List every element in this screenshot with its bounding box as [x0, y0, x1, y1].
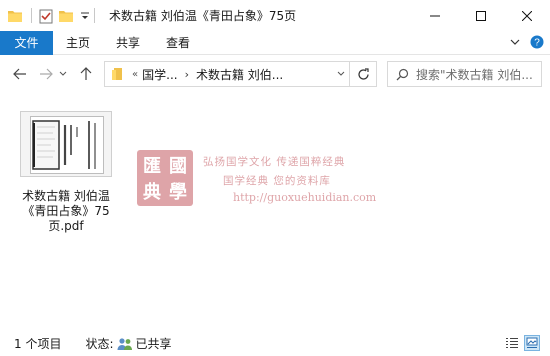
- window-controls: [412, 0, 550, 31]
- chevron-down-icon: [59, 71, 67, 76]
- up-button[interactable]: [75, 63, 97, 85]
- watermark-url: http://guoxuehuidian.com: [233, 191, 377, 204]
- help-icon[interactable]: ?: [530, 35, 544, 52]
- watermark: 匯 國 典 學 弘扬国学文化 传递国粹经典 国学经典 您的资料库 http://…: [137, 150, 397, 216]
- refresh-icon: [357, 67, 369, 80]
- shared-users-icon: [117, 337, 133, 351]
- search-placeholder: 搜索"术数古籍 刘伯...: [416, 67, 533, 82]
- watermark-tagline: 国学经典 您的资料库: [223, 175, 331, 187]
- seal-char: 匯: [143, 156, 161, 177]
- refresh-button[interactable]: [350, 61, 377, 87]
- ribbon-tabs: 文件 主页 共享 查看 ?: [0, 30, 550, 55]
- tab-share[interactable]: 共享: [103, 31, 153, 55]
- maximize-icon: [476, 10, 486, 21]
- ribbon-right-controls: ?: [510, 31, 544, 55]
- title-bar: 术数古籍 刘伯温《青田占象》75页: [0, 0, 550, 31]
- navigation-bar: « 国学... › 术数古籍 刘伯... 搜索"术数古籍 刘伯...: [0, 55, 550, 93]
- item-count: 1 个项目: [14, 337, 62, 351]
- status-bar: 1 个项目 状态: 已共享: [0, 331, 550, 356]
- minimize-button[interactable]: [412, 0, 458, 31]
- breadcrumb-overflow[interactable]: «: [132, 69, 138, 80]
- pdf-thumbnail: [20, 111, 112, 177]
- chevron-down-icon: [337, 71, 345, 76]
- address-bar[interactable]: « 国学... › 术数古籍 刘伯...: [104, 61, 350, 87]
- share-state: 状态: 已共享: [85, 335, 171, 352]
- quick-access-toolbar: [0, 0, 101, 31]
- breadcrumb-item[interactable]: 术数古籍 刘伯...: [196, 66, 283, 83]
- forward-button[interactable]: [35, 63, 57, 85]
- close-button[interactable]: [504, 0, 550, 31]
- folder-icon[interactable]: [7, 8, 23, 24]
- pdf-page-preview: [30, 116, 104, 174]
- folder-icon: [108, 62, 128, 86]
- seal-char: 國: [169, 156, 187, 177]
- state-value: 已共享: [135, 337, 172, 351]
- window-title: 术数古籍 刘伯温《青田占象》75页: [109, 9, 297, 23]
- watermark-seal: 匯 國 典 學: [137, 150, 193, 206]
- properties-icon[interactable]: [38, 8, 54, 24]
- maximize-button[interactable]: [458, 0, 504, 31]
- chevron-right-icon[interactable]: ›: [185, 68, 189, 81]
- file-name-line: 术数古籍 刘伯温: [22, 189, 110, 203]
- watermark-slogan: 弘扬国学文化 传递国粹经典: [203, 156, 346, 168]
- tab-view[interactable]: 查看: [153, 31, 203, 55]
- toolbar-divider: [94, 8, 95, 23]
- back-arrow-icon: [13, 68, 26, 80]
- expand-ribbon-icon[interactable]: [510, 36, 520, 50]
- up-arrow-icon: [80, 67, 92, 80]
- toolbar-divider: [31, 8, 32, 23]
- file-item[interactable]: 术数古籍 刘伯温 《青田占象》75 页.pdf: [12, 111, 120, 234]
- seal-char: 學: [169, 182, 187, 203]
- address-dropdown-button[interactable]: [337, 62, 345, 86]
- search-icon: [388, 68, 416, 81]
- close-icon: [522, 10, 532, 21]
- file-name-line: 《青田占象》75: [22, 204, 110, 218]
- tab-file[interactable]: 文件: [0, 30, 53, 55]
- state-label: 状态:: [85, 337, 114, 351]
- file-name: 术数古籍 刘伯温 《青田占象》75 页.pdf: [12, 189, 120, 234]
- file-list-pane[interactable]: 术数古籍 刘伯温 《青田占象》75 页.pdf 匯 國 典 學 弘扬国学文化 传…: [0, 93, 550, 331]
- search-box[interactable]: 搜索"术数古籍 刘伯...: [387, 61, 542, 87]
- customize-toolbar-dropdown-icon[interactable]: [80, 8, 90, 24]
- forward-arrow-icon: [40, 68, 53, 80]
- svg-text:?: ?: [534, 37, 540, 48]
- new-folder-icon[interactable]: [58, 8, 74, 24]
- details-view-button[interactable]: [504, 335, 520, 351]
- minimize-icon: [430, 15, 440, 16]
- breadcrumb-item[interactable]: 国学...: [142, 66, 177, 83]
- large-icons-view-button[interactable]: [524, 335, 540, 351]
- file-name-line: 页.pdf: [48, 219, 84, 233]
- tab-home[interactable]: 主页: [53, 31, 103, 55]
- back-button[interactable]: [9, 63, 31, 85]
- seal-char: 典: [143, 182, 161, 203]
- large-icons-view-icon: [526, 337, 538, 348]
- details-view-icon: [506, 338, 518, 348]
- recent-locations-button[interactable]: [57, 63, 69, 85]
- view-switcher: [504, 335, 540, 351]
